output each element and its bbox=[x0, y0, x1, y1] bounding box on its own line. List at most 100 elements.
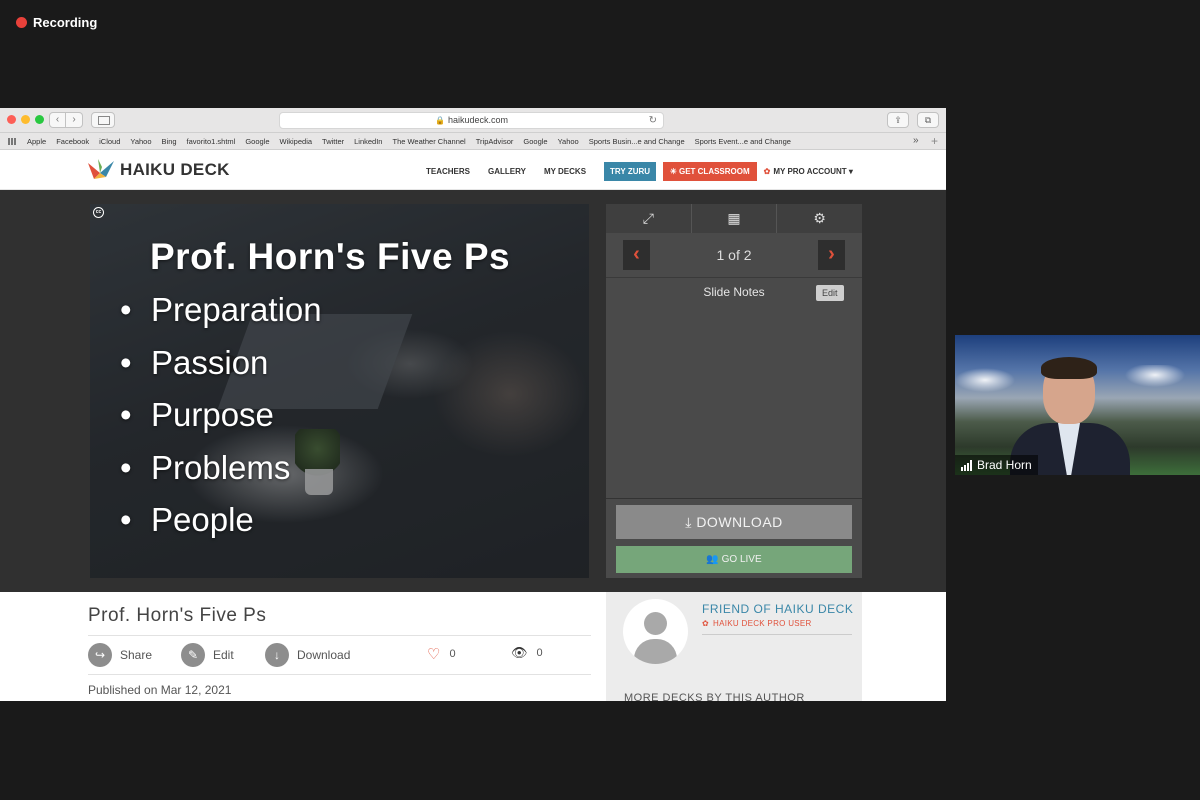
more-favorites-icon[interactable]: » bbox=[913, 135, 919, 146]
slide-bullet: Problems bbox=[120, 442, 322, 495]
slide-bullet: Passion bbox=[120, 337, 322, 390]
get-classroom-button[interactable]: ✳ GET CLASSROOM bbox=[663, 162, 757, 181]
maximize-window-icon[interactable] bbox=[35, 115, 44, 124]
close-window-icon[interactable] bbox=[7, 115, 16, 124]
next-slide-button[interactable]: › bbox=[818, 240, 845, 270]
window-controls bbox=[7, 115, 44, 124]
participant-name: Brad Horn bbox=[977, 458, 1032, 472]
share-button[interactable]: ⇪ bbox=[887, 112, 909, 128]
pro-user-label: HAIKU DECK PRO USER bbox=[713, 619, 812, 628]
slide-pager: ‹ 1 of 2 › bbox=[606, 233, 862, 278]
share-arrow-icon: ↪ bbox=[88, 643, 112, 667]
favorite-link[interactable]: Google bbox=[245, 137, 269, 146]
crane-logo-icon bbox=[88, 159, 114, 179]
download-button[interactable]: ⤓ DOWNLOAD bbox=[616, 505, 852, 539]
favorite-link[interactable]: Yahoo bbox=[130, 137, 151, 146]
favorite-link[interactable]: Sports Busin...e and Change bbox=[589, 137, 685, 146]
flower-icon: ✿ bbox=[702, 619, 710, 628]
author-name[interactable]: FRIEND OF HAIKU DECK bbox=[702, 602, 853, 616]
pro-account-label: MY PRO ACCOUNT ▾ bbox=[773, 167, 853, 176]
favorite-link[interactable]: favorito1.shtml bbox=[187, 137, 236, 146]
avatar-body bbox=[634, 639, 677, 664]
download-deck-button[interactable]: ↓ Download bbox=[265, 643, 350, 667]
new-tab-icon[interactable]: + bbox=[931, 134, 938, 148]
favorite-link[interactable]: Google bbox=[523, 137, 547, 146]
go-live-button[interactable]: 👥 GO LIVE bbox=[616, 546, 852, 573]
divider bbox=[88, 635, 591, 636]
panel-divider bbox=[606, 498, 862, 499]
slide-title: Prof. Horn's Five Ps bbox=[150, 236, 511, 277]
favorite-link[interactable]: iCloud bbox=[99, 137, 120, 146]
favorite-link[interactable]: LinkedIn bbox=[354, 137, 382, 146]
avatar[interactable] bbox=[623, 599, 688, 664]
slide-canvas[interactable]: cc Prof. Horn's Five Ps Preparation Pass… bbox=[90, 204, 589, 578]
go-live-label: GO LIVE bbox=[721, 554, 762, 565]
nav-my-decks[interactable]: MY DECKS bbox=[544, 167, 586, 176]
favorite-link[interactable]: The Weather Channel bbox=[392, 137, 465, 146]
eye-icon: 👁 bbox=[511, 645, 528, 660]
minimize-window-icon[interactable] bbox=[21, 115, 30, 124]
recording-indicator: Recording bbox=[16, 15, 97, 30]
fullscreen-icon[interactable]: ⤢ bbox=[606, 204, 692, 233]
sidebar-toggle-button[interactable] bbox=[91, 112, 115, 128]
more-decks-heading: MORE DECKS BY THIS AUTHOR bbox=[624, 692, 805, 701]
favorite-link[interactable]: TripAdvisor bbox=[476, 137, 514, 146]
deck-details: Prof. Horn's Five Ps ↪ Share ✎ Edit ↓ Do… bbox=[0, 592, 946, 701]
back-button[interactable]: ‹ bbox=[49, 112, 66, 128]
slide-control-panel: ⤢ ▦ ⚙ ‹ 1 of 2 › Slide Notes Edit ⤓ DOWN… bbox=[606, 204, 862, 578]
reload-icon[interactable]: ↻ bbox=[649, 113, 657, 128]
nav-gallery[interactable]: GALLERY bbox=[488, 167, 526, 176]
divider bbox=[702, 634, 852, 635]
address-bar[interactable]: 🔒 haikudeck.com ↻ bbox=[279, 112, 664, 129]
tabs-overview-button[interactable]: ⧉ bbox=[917, 112, 939, 128]
views-stat: 👁 0 bbox=[511, 645, 543, 661]
panel-toolbar: ⤢ ▦ ⚙ bbox=[606, 204, 862, 233]
published-date: Published on Mar 12, 2021 bbox=[88, 683, 232, 697]
author-card: FRIEND OF HAIKU DECK ✿ HAIKU DECK PRO USE… bbox=[606, 592, 862, 701]
favorite-link[interactable]: Wikipedia bbox=[280, 137, 313, 146]
avatar-head bbox=[644, 612, 667, 635]
flower-icon: ✳ bbox=[670, 167, 679, 176]
grid-view-icon[interactable]: ▦ bbox=[692, 204, 778, 233]
share-label: Share bbox=[120, 648, 153, 662]
participant-video-tile[interactable]: Brad Horn bbox=[955, 335, 1200, 475]
creative-commons-icon[interactable]: cc bbox=[93, 207, 104, 218]
url-text: haikudeck.com bbox=[447, 115, 508, 125]
logo-text: HAIKU DECK bbox=[120, 160, 230, 179]
favorite-link[interactable]: Yahoo bbox=[558, 137, 579, 146]
shared-browser-window: ‹ › 🔒 haikudeck.com ↻ ⇪ ⧉ Apple Facebook … bbox=[0, 108, 946, 701]
favorite-link[interactable]: Twitter bbox=[322, 137, 344, 146]
pro-account-menu[interactable]: ✿ MY PRO ACCOUNT ▾ bbox=[764, 167, 853, 176]
haiku-deck-logo[interactable]: HAIKU DECK bbox=[88, 159, 230, 181]
try-zuru-button[interactable]: TRY ZURU bbox=[604, 162, 657, 181]
slide-bullet: Preparation bbox=[120, 284, 322, 337]
slide-bullet-list: Preparation Passion Purpose Problems Peo… bbox=[120, 284, 322, 547]
favorites-grid-icon[interactable] bbox=[8, 138, 17, 145]
edit-notes-button[interactable]: Edit bbox=[816, 285, 844, 301]
favorites-list: Apple Facebook iCloud Yahoo Bing favorit… bbox=[27, 137, 791, 146]
pro-user-badge: ✿ HAIKU DECK PRO USER bbox=[702, 619, 812, 628]
forward-button[interactable]: › bbox=[66, 112, 83, 128]
favorite-link[interactable]: Apple bbox=[27, 137, 46, 146]
history-buttons: ‹ › bbox=[49, 112, 83, 128]
favorite-link[interactable]: Sports Event...e and Change bbox=[695, 137, 791, 146]
people-icon: 👥 bbox=[706, 554, 722, 565]
flower-icon: ✿ bbox=[763, 167, 771, 176]
download-deck-label: Download bbox=[297, 648, 351, 662]
site-nav: TEACHERS GALLERY MY DECKS TRY ZURU ✳ GET… bbox=[426, 162, 853, 181]
site-header: HAIKU DECK TEACHERS GALLERY MY DECKS TRY… bbox=[0, 150, 946, 190]
settings-gear-icon[interactable]: ⚙ bbox=[777, 204, 862, 233]
download-label: DOWNLOAD bbox=[696, 514, 783, 530]
views-count: 0 bbox=[536, 647, 543, 659]
share-deck-button[interactable]: ↪ Share bbox=[88, 643, 152, 667]
favorite-link[interactable]: Facebook bbox=[56, 137, 89, 146]
slide-bullet: Purpose bbox=[120, 389, 322, 442]
favorite-link[interactable]: Bing bbox=[162, 137, 177, 146]
edit-deck-button[interactable]: ✎ Edit bbox=[181, 643, 234, 667]
deck-viewer: cc Prof. Horn's Five Ps Preparation Pass… bbox=[0, 190, 946, 592]
nav-teachers[interactable]: TEACHERS bbox=[426, 167, 470, 176]
recording-label: Recording bbox=[33, 15, 98, 30]
likes-stat[interactable]: ♡ 0 bbox=[427, 645, 456, 663]
lock-icon: 🔒 bbox=[435, 116, 445, 125]
download-icon: ⤓ bbox=[685, 514, 697, 530]
